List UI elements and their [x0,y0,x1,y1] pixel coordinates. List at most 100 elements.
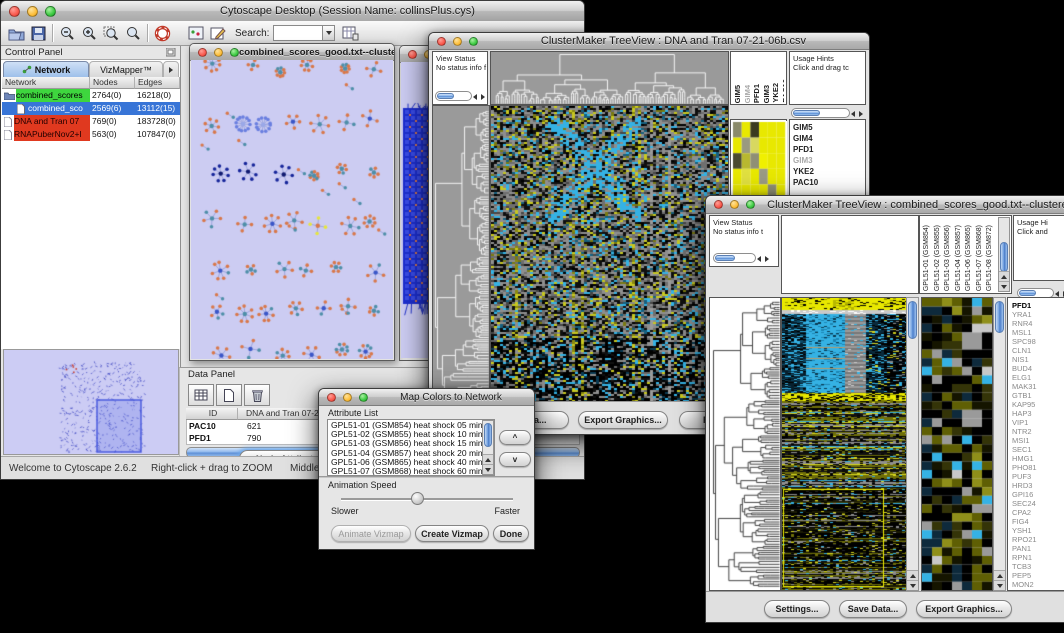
export-graphics-button[interactable]: Export Graphics... [916,600,1012,618]
speed-slider-thumb[interactable] [411,492,424,505]
gene-label[interactable]: MSL1 [1008,328,1064,337]
gene-label[interactable]: HRD3 [1008,481,1064,490]
heatmap-canvas[interactable] [490,105,729,403]
minimize-button[interactable] [730,200,739,209]
open-folder-icon[interactable] [5,23,27,43]
gene-label[interactable]: VIP1 [1008,418,1064,427]
done-button[interactable]: Done [493,525,529,542]
gene-label[interactable]: GIM4 [790,133,865,144]
gene-label[interactable]: HMG1 [1008,454,1064,463]
gene-label[interactable]: CLN1 [1008,346,1064,355]
gene-label[interactable]: PUF3 [1008,472,1064,481]
gene-label[interactable]: PAC10 [790,177,865,188]
birdseye-overview[interactable] [3,349,179,455]
animate-vizmap-button[interactable]: Animate Vizmap [331,525,411,542]
minimize-button[interactable] [343,393,352,402]
gene-label[interactable]: GPI16 [1008,490,1064,499]
new-attribute-button[interactable] [216,384,242,406]
settings-button[interactable]: Settings... [764,600,830,618]
gene-label[interactable]: KAP95 [1008,400,1064,409]
gene-label[interactable]: RPN1 [1008,553,1064,562]
zoom-button[interactable] [469,37,478,46]
attribute-item[interactable]: GPL51-07 (GSM868) heat shock 60 min [328,467,494,476]
zoom-out-icon[interactable] [56,23,78,43]
gene-label[interactable]: PEP5 [1008,571,1064,580]
attribute-listbox[interactable]: GPL51-01 (GSM854) heat shock 05 minGPL51… [327,419,495,476]
gene-label[interactable]: YSH1 [1008,526,1064,535]
overview-canvas[interactable] [4,350,178,454]
gene-label[interactable]: SPC98 [1008,337,1064,346]
gene-label[interactable]: MON2 [1008,580,1064,589]
network-table-row-selected[interactable]: combined_sco 2569(6) 13112(15) [2,102,180,115]
tab-vizmapper[interactable]: VizMapper™ [89,61,163,78]
gene-label[interactable]: TCB3 [1008,562,1064,571]
gene-label[interactable]: RPO21 [1008,535,1064,544]
gene-label[interactable]: MAK31 [1008,382,1064,391]
gene-label[interactable]: YKE2 [790,166,865,177]
column-dendrogram-canvas[interactable] [490,51,729,105]
zoom-fit-icon[interactable] [100,23,122,43]
column-labels-scrollbar[interactable] [998,217,1010,292]
gene-label[interactable]: CPA2 [1008,508,1064,517]
heatmap-vscrollbar[interactable] [906,297,919,591]
minimize-button[interactable] [214,48,223,57]
move-up-button[interactable]: ^ [499,430,531,445]
save-data-button[interactable]: Save Data... [839,600,907,618]
gene-label[interactable]: MSI1 [1008,436,1064,445]
birdseye-view-icon[interactable] [185,23,207,43]
tab-network[interactable]: Network [3,61,89,78]
save-icon[interactable] [27,23,49,43]
zoom-selected-icon[interactable] [122,23,144,43]
treeview-combined-titlebar[interactable]: ClusterMaker TreeView : combined_scores_… [706,196,1064,214]
network-view-titlebar[interactable]: combined_scores_good.txt--cluste... [190,44,394,61]
close-button[interactable] [437,37,446,46]
gene-label[interactable]: PFD1 [790,144,865,155]
row-dendrogram-canvas[interactable] [432,105,490,403]
close-button[interactable] [327,393,336,402]
network-table-row[interactable]: RNAPuberNov2+I 563(0) 107847(0) [2,128,180,141]
gene-label[interactable]: PFD1 [1008,301,1064,310]
minimize-button[interactable] [453,37,462,46]
view-status-scrollbar[interactable] [713,253,769,263]
gene-label[interactable]: SEC1 [1008,445,1064,454]
delete-attribute-button[interactable] [244,384,270,406]
gene-label[interactable]: GIM5 [790,122,865,133]
search-dropdown-arrow[interactable] [323,25,335,41]
tab-overflow-arrow[interactable] [163,61,179,78]
network-table-row[interactable]: DNA and Tran 07 769(0) 183728(0) [2,115,180,128]
gene-label[interactable]: RNR4 [1008,319,1064,328]
close-button[interactable] [714,200,723,209]
gene-label[interactable]: NTR2 [1008,427,1064,436]
treeview-dna-titlebar[interactable]: ClusterMaker TreeView : DNA and Tran 07-… [429,33,869,50]
gene-label[interactable]: GIM3 [790,155,865,166]
gene-label[interactable]: ELG1 [1008,373,1064,382]
move-down-button[interactable]: v [499,452,531,467]
gene-label[interactable]: PAN1 [1008,544,1064,553]
minimize-button[interactable] [27,6,38,17]
zoom-in-icon[interactable] [78,23,100,43]
export-graphics-button[interactable]: Export Graphics... [578,411,668,429]
zoom-button[interactable] [230,48,239,57]
main-window-titlebar[interactable]: Cytoscape Desktop (Session Name: collins… [1,1,584,22]
gene-label[interactable]: GTB1 [1008,391,1064,400]
create-vizmap-button[interactable]: Create Vizmap [415,525,489,542]
dialog-titlebar[interactable]: Map Colors to Network [319,389,534,406]
gene-label[interactable]: SEC24 [1008,499,1064,508]
gene-label[interactable]: NIS1 [1008,355,1064,364]
zoom-vscrollbar[interactable] [993,297,1006,591]
heatmap-canvas[interactable] [781,297,907,591]
gene-label[interactable]: YRA1 [1008,310,1064,319]
attribute-list-scrollbar[interactable] [482,420,494,475]
close-button[interactable] [408,50,417,59]
import-table-icon[interactable] [339,23,361,43]
usage-hints-scrollbar[interactable] [791,108,863,118]
annotation-icon[interactable] [207,23,229,43]
search-input[interactable] [273,25,323,41]
network-table-row[interactable]: combined_scores 2764(0) 16218(0) [2,89,180,102]
zoom-heatmap-canvas[interactable] [921,297,993,591]
gene-label[interactable]: HAP3 [1008,409,1064,418]
zoom-button[interactable] [45,6,56,17]
gene-label[interactable]: PHO81 [1008,463,1064,472]
close-button[interactable] [198,48,207,57]
help-lifebuoy-icon[interactable] [151,23,173,43]
